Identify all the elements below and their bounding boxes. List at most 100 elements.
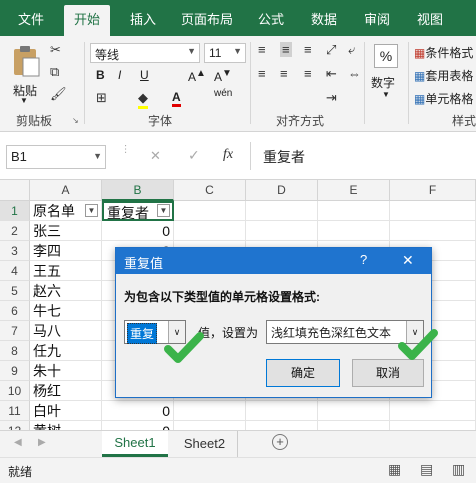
indent-decrease-icon[interactable]: ⇤ [326,66,337,82]
align-left-icon[interactable]: ≡ [258,66,266,81]
row-header[interactable]: 12 [0,421,30,430]
tab-page-layout[interactable]: 页面布局 [181,9,233,28]
font-shrink-button[interactable]: A▼ [214,68,232,84]
number-format-button[interactable]: % 数字 ▼ [368,42,404,106]
format-painter-icon[interactable]: 🖌 [50,86,67,102]
sheet-tab-sheet1[interactable]: Sheet1 [102,431,168,457]
row-header[interactable]: 3 [0,241,30,261]
align-right-icon[interactable]: ≡ [304,66,312,81]
select-all-corner[interactable] [0,180,30,201]
cell-a[interactable]: 任九 [30,341,102,361]
cell-a[interactable]: 白叶 [30,401,102,421]
cell-d[interactable] [246,421,318,430]
wrap-text-icon[interactable]: ⤶ [348,42,355,58]
ok-button[interactable]: 确定 [266,359,340,387]
paste-button[interactable]: 粘贴 ▼ [8,42,44,105]
cell-b[interactable]: 0 [102,401,174,421]
row-header[interactable]: 1 [0,201,30,221]
scroll-left-icon[interactable]: ◀ [14,437,22,448]
row-header[interactable]: 7 [0,321,30,341]
font-grow-button[interactable]: A▲ [188,68,206,84]
align-center-icon[interactable]: ≡ [280,66,288,81]
scroll-right-icon[interactable]: ▶ [38,437,46,448]
font-name-select[interactable]: 等线 ▼ [90,43,200,63]
italic-button[interactable]: I [118,68,121,82]
row-header[interactable]: 6 [0,301,30,321]
cell-a[interactable]: 李四 [30,241,102,261]
align-top-icon[interactable]: ≡ [258,42,266,57]
add-sheet-button[interactable]: + [272,434,288,450]
name-box[interactable]: B1 ▼ [6,145,106,169]
cell-e[interactable] [318,221,390,241]
cell-a[interactable]: 赵六 [30,281,102,301]
tab-file[interactable]: 文件 [18,9,44,28]
tab-data[interactable]: 数据 [311,9,337,28]
cell-c[interactable] [174,201,246,221]
row-header[interactable]: 2 [0,221,30,241]
cut-icon[interactable]: ✂ [50,42,61,58]
filter-dropdown-icon[interactable]: ▼ [85,204,98,217]
font-color-button[interactable]: A [172,90,181,107]
orientation-icon[interactable]: ⤢ [326,42,336,58]
phonetic-button[interactable]: wén [214,88,232,99]
cancel-icon[interactable]: ✕ [150,148,161,164]
copy-icon[interactable]: ⧉ [50,64,59,80]
merge-icon[interactable]: ⇔ [348,66,361,81]
cell-f[interactable] [390,401,476,421]
cell-e[interactable] [318,201,390,221]
cell-f[interactable] [390,221,476,241]
tab-home[interactable]: 开始 [64,5,111,36]
normal-view-icon[interactable]: ▦ [388,461,401,478]
cell-a[interactable]: 杨红 [30,381,102,401]
row-header[interactable]: 8 [0,341,30,361]
fill-color-icon[interactable]: ◆ [138,90,148,109]
cell-c[interactable] [174,221,246,241]
column-header-c[interactable]: C [174,180,246,201]
cell-a[interactable]: 朱十 [30,361,102,381]
cell-c[interactable] [174,401,246,421]
page-layout-view-icon[interactable]: ▤ [420,461,433,478]
formula-input[interactable]: 重复者 [250,142,476,170]
cell-f[interactable] [390,421,476,430]
cell-a[interactable]: 张三 [30,221,102,241]
row-header[interactable]: 4 [0,261,30,281]
insert-function-icon[interactable]: fx [223,147,233,163]
column-header-a[interactable]: A [30,180,102,201]
cell-f[interactable] [390,201,476,221]
cancel-button[interactable]: 取消 [352,359,424,387]
row-header[interactable]: 11 [0,401,30,421]
cell-c[interactable] [174,421,246,430]
column-header-f[interactable]: F [390,180,476,201]
tab-formulas[interactable]: 公式 [258,9,284,28]
dialog-launcher-icon[interactable]: ↘ [72,116,79,125]
cell-d[interactable] [246,401,318,421]
sheet-tab-sheet2[interactable]: Sheet2 [172,431,238,457]
column-header-b[interactable]: B [102,180,174,201]
page-break-view-icon[interactable]: ▥ [452,461,465,478]
close-icon[interactable]: ✕ [402,252,414,269]
conditional-format-button[interactable]: ▦条件格式 [414,44,473,61]
font-size-select[interactable]: 11 ▼ [204,43,246,63]
cell-b[interactable]: 0 [102,421,174,430]
underline-button[interactable]: U [140,68,149,82]
cell-a[interactable]: 王五 [30,261,102,281]
indent-increase-icon[interactable]: ⇥ [326,90,337,106]
row-header[interactable]: 10 [0,381,30,401]
cell-styles-button[interactable]: ▦单元格格 [414,90,473,107]
align-middle-icon[interactable]: ≡ [280,42,292,57]
row-header[interactable]: 5 [0,281,30,301]
filter-dropdown-icon[interactable]: ▼ [157,204,170,217]
cell-a[interactable]: 马八 [30,321,102,341]
column-header-d[interactable]: D [246,180,318,201]
row-header[interactable]: 9 [0,361,30,381]
tab-insert[interactable]: 插入 [130,9,156,28]
bold-button[interactable]: B [96,68,105,82]
cell-b[interactable]: 0 [102,221,174,241]
enter-icon[interactable]: ✓ [188,147,200,164]
cell-a[interactable]: 牛七 [30,301,102,321]
align-bottom-icon[interactable]: ≡ [304,42,312,57]
table-format-button[interactable]: ▦套用表格 [414,67,473,84]
cell-d[interactable] [246,221,318,241]
cell-d[interactable] [246,201,318,221]
cell-e[interactable] [318,421,390,430]
